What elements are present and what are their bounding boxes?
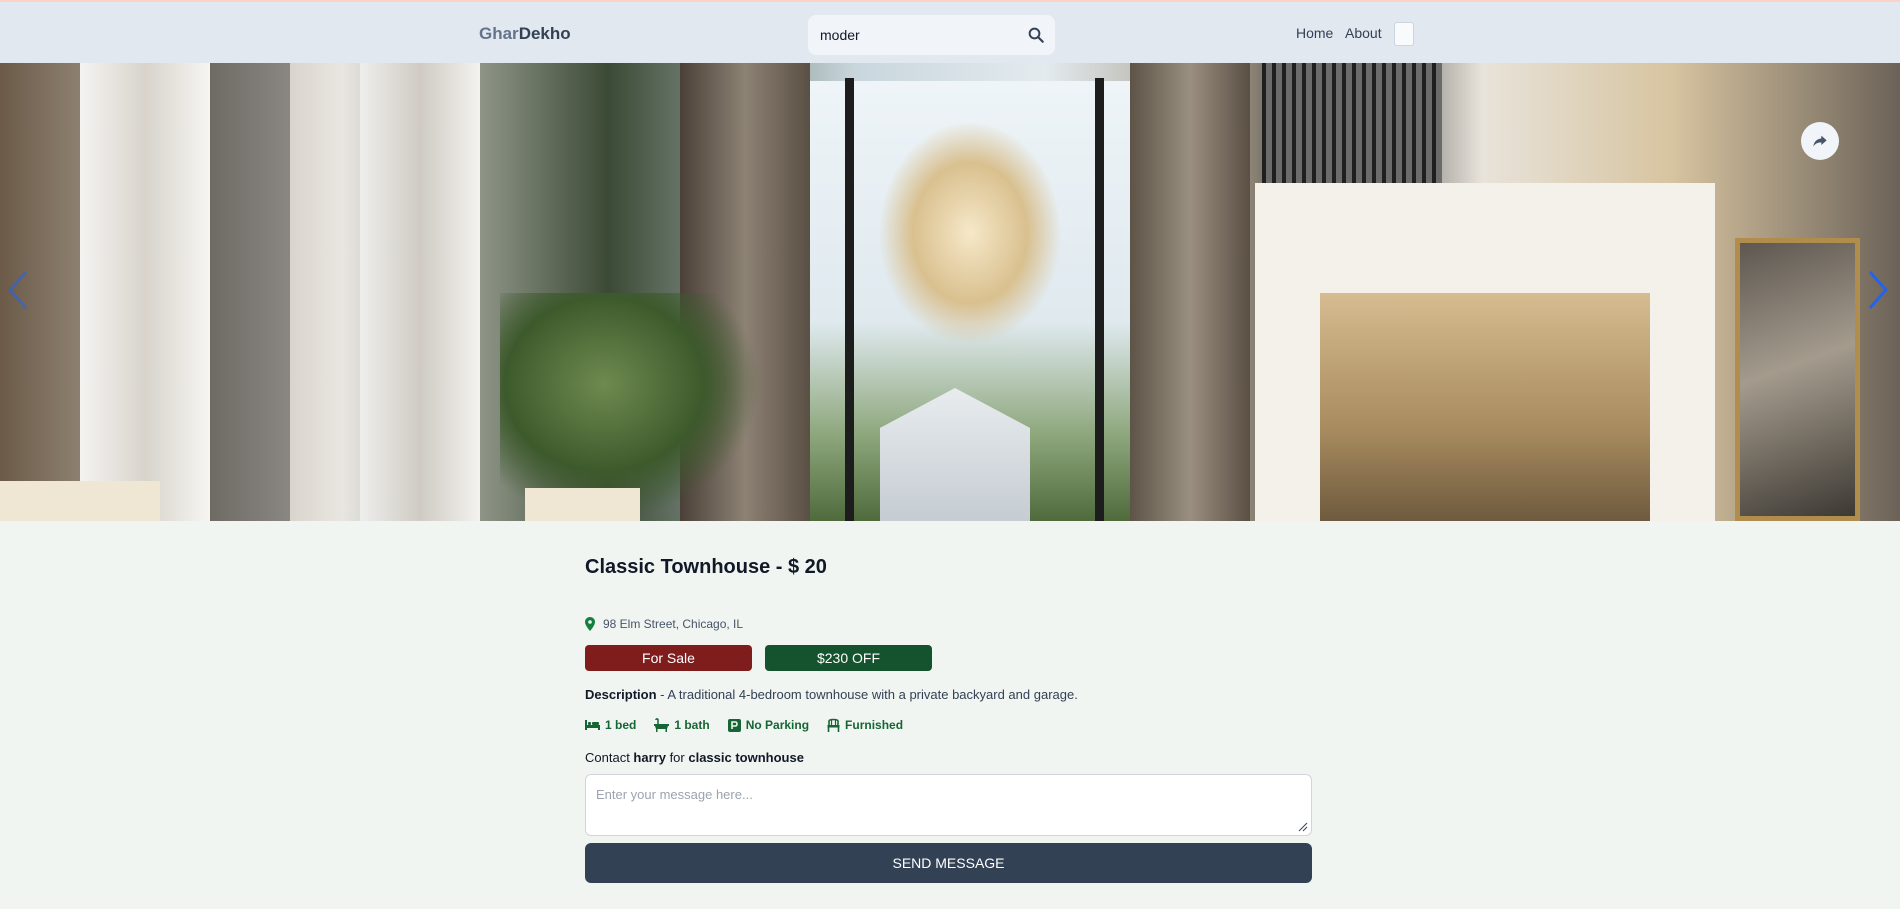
chevron-left-icon[interactable] [6,268,30,312]
share-button[interactable] [1801,122,1839,160]
send-message-button[interactable]: Send Message [585,843,1312,883]
map-pin-icon [585,617,595,631]
hero-plant [500,293,760,521]
feature-label: No Parking [745,718,810,732]
chevron-right-icon[interactable] [1866,268,1890,312]
feature-list: 1 bed 1 bath No Parking Furnished [585,718,903,732]
search-bar [808,15,1055,55]
share-icon [1813,135,1827,147]
address-text: 98 Elm Street, Chicago, IL [603,617,744,631]
hero-curtain [360,63,480,521]
hero-chandelier [880,123,1060,343]
hero-painting [1735,238,1860,521]
parking-icon [727,718,741,732]
contact-name: harry [633,750,666,765]
hero-window-frame [845,78,854,521]
logo-dekho: Dekho [518,24,571,43]
contact-listing-name: classic townhouse [688,750,804,765]
hero-lamp [0,481,160,521]
bed-icon [585,720,600,730]
property-image-carousel [0,63,1900,521]
logo-ghar: Ghar [479,24,519,43]
hero-window-frame [210,63,290,521]
feature-furnished: Furnished [827,718,903,732]
listing-description: Description - A traditional 4-bedroom to… [585,687,1078,702]
avatar[interactable] [1394,22,1414,46]
site-header: GharDekho Home About [0,0,1900,63]
contact-prefix: Contact [585,750,634,765]
listing-address: 98 Elm Street, Chicago, IL [585,617,743,631]
hero-window-frame [1095,78,1104,521]
contact-mid: for [665,750,689,765]
hero-interior [1320,293,1650,521]
listing-title: Classic Townhouse - $ 20 [585,556,827,578]
nav-about-link[interactable]: About [1345,25,1382,41]
bath-icon [654,718,670,732]
search-input[interactable] [818,26,1018,44]
description-text: - A traditional 4-bedroom townhouse with… [656,687,1078,702]
feature-beds: 1 bed [585,718,636,732]
feature-baths: 1 bath [654,718,710,732]
feature-parking: No Parking [727,718,810,732]
chair-icon [827,718,840,732]
contact-line: Contact harry for classic townhouse [585,750,804,765]
hero-curtain [1130,63,1250,521]
nav-home-link[interactable]: Home [1296,25,1333,41]
resize-handle-icon[interactable] [1298,822,1308,832]
feature-label: Furnished [845,718,904,732]
description-label: Description [585,687,657,702]
sale-badge: For Sale [585,645,752,671]
hero-lamp [525,488,640,521]
search-icon[interactable] [1027,26,1045,44]
message-textarea[interactable] [585,774,1312,836]
discount-badge: $230 OFF [765,645,932,671]
hero-curtain [80,63,210,521]
feature-label: 1 bed [605,718,637,732]
feature-label: 1 bath [674,718,710,732]
site-logo[interactable]: GharDekho [479,24,571,44]
